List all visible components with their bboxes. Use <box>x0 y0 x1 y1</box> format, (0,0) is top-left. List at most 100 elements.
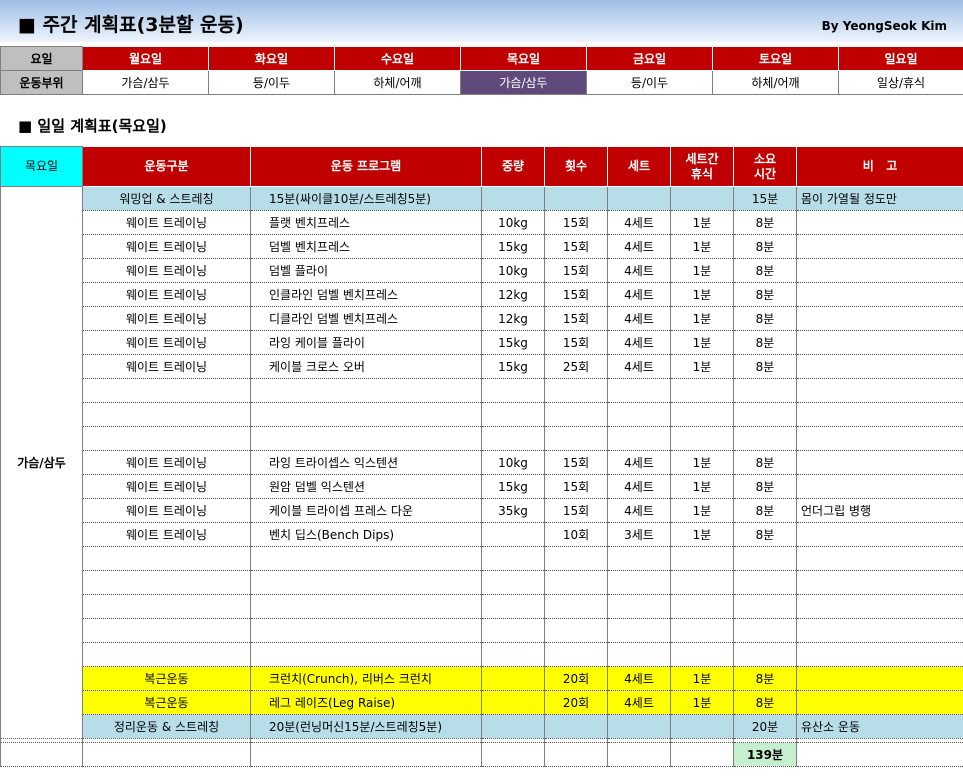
cell-sets[interactable]: 4세트 <box>607 666 671 691</box>
cell-category[interactable]: 웨이트 트레이닝 <box>82 450 251 475</box>
cell-weight[interactable]: 10kg <box>481 450 545 475</box>
cell-weight[interactable] <box>481 402 545 427</box>
cell-reps[interactable] <box>544 594 608 619</box>
cell-notes[interactable]: 언더그립 병행 <box>796 498 963 523</box>
cell-notes[interactable] <box>796 378 963 403</box>
cell-sets[interactable] <box>607 186 671 211</box>
cell-reps[interactable]: 15회 <box>544 234 608 259</box>
cell-rest[interactable]: 1분 <box>670 474 734 499</box>
cell-rest[interactable] <box>670 546 734 571</box>
cell-reps[interactable] <box>544 378 608 403</box>
cell-category[interactable] <box>82 546 251 571</box>
cell-category[interactable]: 웨이트 트레이닝 <box>82 210 251 235</box>
cell-weight[interactable] <box>481 546 545 571</box>
cell-notes[interactable] <box>796 282 963 307</box>
cell-category[interactable]: 정리운동 & 스트레칭 <box>82 714 251 739</box>
cell-sets[interactable]: 4세트 <box>607 354 671 379</box>
cell-notes[interactable] <box>796 642 963 667</box>
cell-duration[interactable]: 20분 <box>733 714 797 739</box>
cell-category[interactable]: 웨이트 트레이닝 <box>82 330 251 355</box>
cell-weight[interactable]: 15kg <box>481 330 545 355</box>
cell-rest[interactable] <box>670 594 734 619</box>
cell-rest[interactable]: 1분 <box>670 210 734 235</box>
cell-weight[interactable] <box>481 570 545 595</box>
cell-program[interactable] <box>250 402 482 427</box>
cell-notes[interactable]: 몸이 가열될 정도만 <box>796 186 963 211</box>
weekly-part-fri[interactable]: 등/이두 <box>586 70 713 95</box>
cell-program[interactable] <box>250 378 482 403</box>
cell-sets[interactable] <box>607 546 671 571</box>
cell-category[interactable]: 웨이트 트레이닝 <box>82 306 251 331</box>
cell-sets[interactable]: 4세트 <box>607 210 671 235</box>
cell-notes[interactable] <box>796 330 963 355</box>
cell-notes[interactable] <box>796 546 963 571</box>
cell-weight[interactable] <box>481 714 545 739</box>
cell-sets[interactable] <box>607 426 671 451</box>
cell-weight[interactable]: 12kg <box>481 306 545 331</box>
cell-duration[interactable]: 8분 <box>733 522 797 547</box>
cell-rest[interactable]: 1분 <box>670 690 734 715</box>
cell-weight[interactable]: 10kg <box>481 210 545 235</box>
cell-duration[interactable]: 8분 <box>733 306 797 331</box>
cell-reps[interactable]: 20회 <box>544 666 608 691</box>
cell-notes[interactable] <box>796 618 963 643</box>
weekly-part-sat[interactable]: 하체/어깨 <box>712 70 839 95</box>
cell-program[interactable]: 20분(런닝머신15분/스트레칭5분) <box>250 714 482 739</box>
cell-rest[interactable]: 1분 <box>670 354 734 379</box>
weekly-part-thu-selected[interactable]: 가슴/삼두 <box>460 70 587 95</box>
cell-notes[interactable] <box>796 522 963 547</box>
cell-rest[interactable]: 1분 <box>670 666 734 691</box>
cell-reps[interactable] <box>544 426 608 451</box>
weekly-day-wed[interactable]: 수요일 <box>334 46 461 71</box>
cell-sets[interactable] <box>607 378 671 403</box>
cell-sets[interactable]: 4세트 <box>607 498 671 523</box>
cell-weight[interactable]: 12kg <box>481 282 545 307</box>
cell-duration[interactable] <box>733 378 797 403</box>
weekly-day-fri[interactable]: 금요일 <box>586 46 713 71</box>
cell-duration[interactable]: 8분 <box>733 450 797 475</box>
cell-weight[interactable] <box>481 186 545 211</box>
cell-category[interactable]: 웨이트 트레이닝 <box>82 258 251 283</box>
cell-rest[interactable] <box>670 186 734 211</box>
cell-weight[interactable]: 35kg <box>481 498 545 523</box>
cell-duration[interactable]: 8분 <box>733 330 797 355</box>
cell-duration[interactable] <box>733 642 797 667</box>
cell-program[interactable] <box>250 594 482 619</box>
cell-duration[interactable]: 8분 <box>733 354 797 379</box>
cell-duration[interactable] <box>733 402 797 427</box>
cell-notes[interactable] <box>796 570 963 595</box>
cell-sets[interactable]: 4세트 <box>607 282 671 307</box>
cell-reps[interactable] <box>544 714 608 739</box>
cell-reps[interactable] <box>544 546 608 571</box>
cell-program[interactable]: 크런치(Crunch), 리버스 크런치 <box>250 666 482 691</box>
cell-sets[interactable] <box>607 594 671 619</box>
cell-weight[interactable]: 15kg <box>481 354 545 379</box>
cell-sets[interactable] <box>607 714 671 739</box>
cell-duration[interactable] <box>733 618 797 643</box>
cell-program[interactable]: 덤벨 플라이 <box>250 258 482 283</box>
cell-reps[interactable]: 15회 <box>544 282 608 307</box>
weekly-day-mon[interactable]: 월요일 <box>82 46 209 71</box>
cell-duration[interactable]: 8분 <box>733 474 797 499</box>
cell-category[interactable] <box>82 378 251 403</box>
weekly-part-tue[interactable]: 등/이두 <box>208 70 335 95</box>
cell-duration[interactable]: 8분 <box>733 234 797 259</box>
cell-category[interactable] <box>82 402 251 427</box>
cell-program[interactable]: 원암 덤벨 익스텐션 <box>250 474 482 499</box>
cell-reps[interactable] <box>544 570 608 595</box>
cell-category[interactable]: 웨이트 트레이닝 <box>82 522 251 547</box>
cell-sets[interactable]: 3세트 <box>607 522 671 547</box>
cell-rest[interactable] <box>670 426 734 451</box>
weekly-day-sat[interactable]: 토요일 <box>712 46 839 71</box>
cell-program[interactable]: 덤벨 벤치프레스 <box>250 234 482 259</box>
cell-program[interactable]: 인클라인 덤벨 벤치프레스 <box>250 282 482 307</box>
cell-sets[interactable]: 4세트 <box>607 330 671 355</box>
cell-weight[interactable] <box>481 690 545 715</box>
cell-program[interactable] <box>250 546 482 571</box>
cell-category[interactable]: 워밍업 & 스트레칭 <box>82 186 251 211</box>
cell-rest[interactable]: 1분 <box>670 282 734 307</box>
cell-weight[interactable] <box>481 666 545 691</box>
cell-weight[interactable] <box>481 594 545 619</box>
cell-category[interactable] <box>82 426 251 451</box>
cell-category[interactable] <box>82 594 251 619</box>
